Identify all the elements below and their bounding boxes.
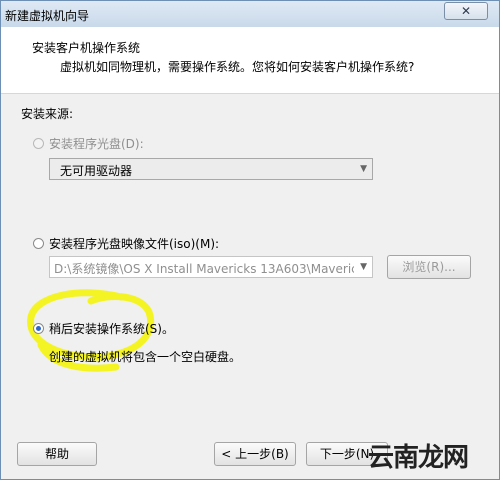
chevron-down-icon: ▼ xyxy=(360,262,367,272)
page-title: 安装客户机操作系统 xyxy=(32,41,141,55)
disc-option-label: 安装程序光盘(D): xyxy=(49,137,144,151)
page-subtitle: 虚拟机如同物理机，需要操作系统。您将如何安装客户机操作系统? xyxy=(60,60,415,74)
disc-radio[interactable] xyxy=(33,138,44,149)
title-bar[interactable]: 新建虚拟机向导 ✕ xyxy=(1,1,499,27)
window-title: 新建虚拟机向导 xyxy=(5,9,90,23)
install-source-label: 安装来源: xyxy=(21,107,74,121)
back-button[interactable]: < 上一步(B) xyxy=(214,442,296,466)
watermark-text: 云南龙网 xyxy=(368,443,469,473)
new-vm-wizard-window: 新建虚拟机向导 ✕ 安装客户机操作系统 虚拟机如同物理机，需要操作系统。您将如何… xyxy=(0,0,500,480)
close-button[interactable]: ✕ xyxy=(444,2,488,20)
iso-radio[interactable] xyxy=(33,238,44,249)
install-later-description: 创建的虚拟机将包含一个空白硬盘。 xyxy=(49,350,242,364)
install-later-radio[interactable] xyxy=(33,323,44,334)
iso-path-value: D:\系统镜像\OS X Install Mavericks 13A603\Ma… xyxy=(54,262,354,276)
iso-path-select[interactable]: D:\系统镜像\OS X Install Mavericks 13A603\Ma… xyxy=(49,256,373,278)
chevron-down-icon: ▼ xyxy=(360,164,367,174)
watermark: 云南龙网 xyxy=(368,437,498,479)
header-panel: 安装客户机操作系统 虚拟机如同物理机，需要操作系统。您将如何安装客户机操作系统? xyxy=(1,27,499,94)
browse-button[interactable]: 浏览(R)... xyxy=(387,255,471,279)
iso-option-label: 安装程序光盘映像文件(iso)(M): xyxy=(49,237,220,251)
help-button[interactable]: 帮助 xyxy=(17,442,97,466)
disc-drive-value: 无可用驱动器 xyxy=(60,164,133,178)
install-later-label: 稍后安装操作系统(S)。 xyxy=(49,322,174,336)
disc-drive-select[interactable]: 无可用驱动器 ▼ xyxy=(49,158,373,180)
close-icon: ✕ xyxy=(460,4,472,18)
